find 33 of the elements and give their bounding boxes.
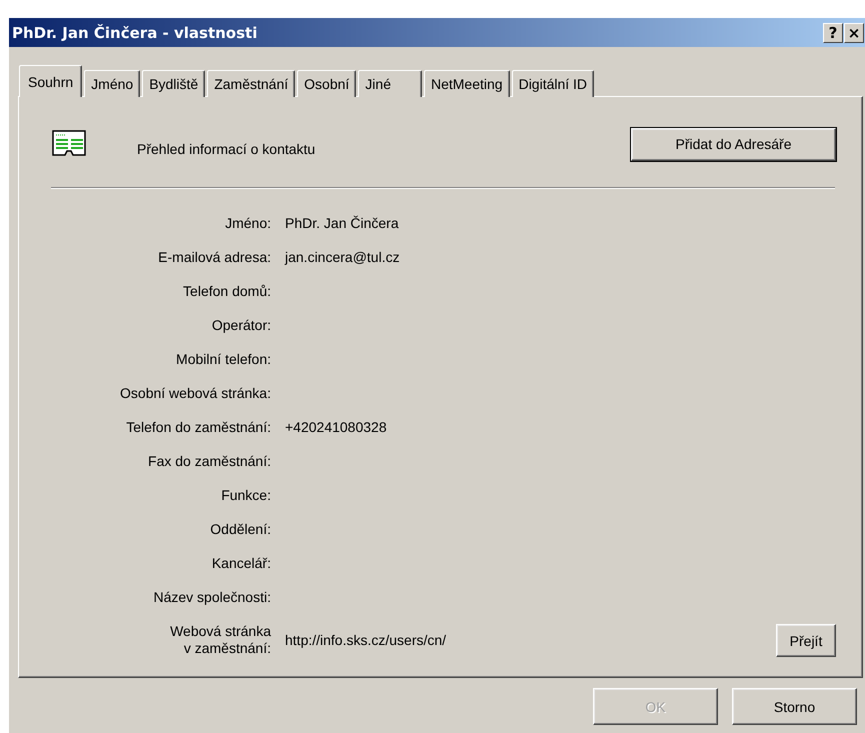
tab[interactable]: Zaměstnání	[207, 70, 296, 97]
field-label: Telefon domů:	[182, 282, 271, 301]
field-label: Fax do zaměstnání:	[147, 452, 271, 471]
tab[interactable]: Souhrn	[19, 65, 82, 97]
field-label: E-mailová adresa:	[157, 248, 271, 267]
field-label: Jméno:	[224, 214, 271, 233]
field-label: Oddělení:	[209, 520, 271, 539]
field-value: PhDr. Jan Činčera	[285, 214, 400, 233]
go-button[interactable]: Přejít	[776, 624, 836, 657]
field-value: jan.cincera@tul.cz	[285, 248, 401, 267]
cancel-button[interactable]: Storno	[732, 688, 857, 725]
tab[interactable]: Jiné	[358, 70, 422, 97]
section-heading: Přehled informací o kontaktu	[137, 141, 316, 157]
close-button[interactable]: ×	[844, 22, 864, 42]
tab[interactable]: Bydliště	[142, 70, 206, 97]
field-label: Operátor:	[210, 316, 271, 335]
field-label: Osobní webová stránka:	[119, 384, 271, 403]
help-button[interactable]: ?	[823, 22, 843, 42]
tab[interactable]: Digitální ID	[512, 70, 594, 97]
field-label: Mobilní telefon:	[175, 350, 271, 369]
field-value: http://info.sks.cz/users/cn/	[285, 630, 448, 650]
window-title: PhDr. Jan Činčera - vlastnosti	[12, 24, 258, 42]
field-value: +420241080328	[285, 418, 388, 437]
contact-card-icon	[51, 129, 87, 159]
tab[interactable]: Osobní	[297, 70, 356, 97]
add-to-address-book-button[interactable]: Přidat do Adresáře	[631, 128, 836, 160]
field-label: Kancelář:	[210, 554, 271, 573]
field-label: Webová stránka v zaměstnání:	[169, 622, 271, 658]
tab[interactable]: NetMeeting	[424, 70, 510, 97]
field-label: Funkce:	[220, 486, 271, 505]
field-label: Název společnosti:	[152, 588, 271, 607]
tab[interactable]: Jméno	[84, 70, 140, 97]
field-label: Telefon do zaměstnání:	[125, 418, 271, 437]
